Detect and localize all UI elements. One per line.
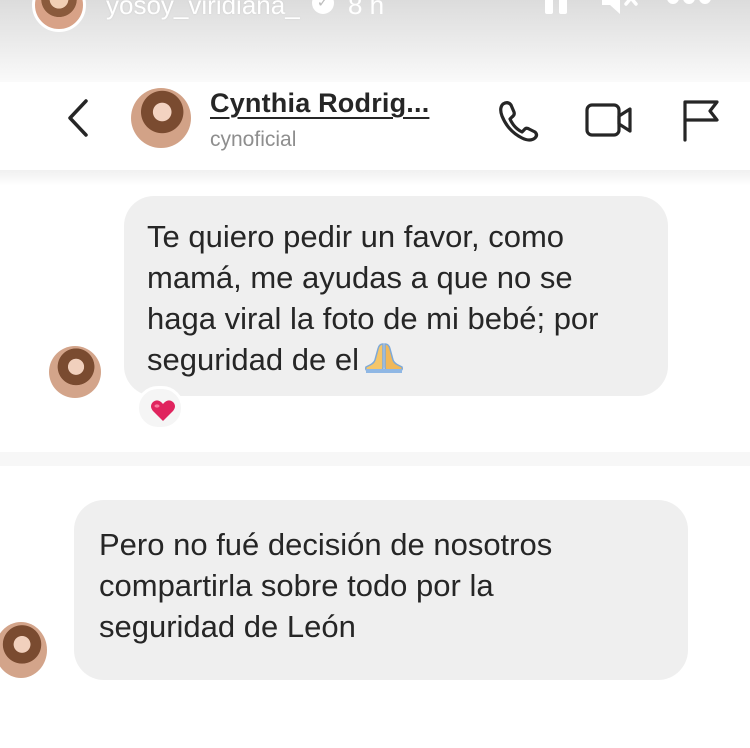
story-user-avatar[interactable] bbox=[32, 0, 86, 32]
video-camera-icon[interactable] bbox=[584, 98, 634, 142]
more-icon[interactable] bbox=[667, 0, 711, 6]
story-username[interactable]: yosoy_viridiana_ bbox=[106, 0, 300, 21]
message-bubble[interactable]: Te quiero pedir un favor, como mamá, me … bbox=[124, 196, 668, 396]
message-line-text: seguridad de el bbox=[147, 342, 359, 377]
message-separator bbox=[0, 452, 750, 466]
flag-icon[interactable] bbox=[680, 98, 722, 142]
message-bubble[interactable]: Pero no fué decisión de nosotros compart… bbox=[74, 500, 688, 680]
story-time: 8 h bbox=[348, 0, 385, 20]
sender-avatar[interactable] bbox=[0, 622, 47, 678]
pause-icon[interactable] bbox=[543, 0, 569, 14]
red-heart-emoji bbox=[151, 400, 175, 421]
mute-icon[interactable] bbox=[600, 0, 640, 16]
praying-hands-emoji bbox=[363, 340, 405, 384]
contact-name[interactable]: Cynthia Rodrig... bbox=[210, 88, 429, 119]
chevron-left-icon[interactable] bbox=[58, 97, 98, 141]
story-header-bar: yosoy_viridiana_ ✓ 8 h bbox=[0, 0, 750, 82]
header-shadow bbox=[0, 170, 750, 186]
message-line: haga viral la foto de mi bebé; por bbox=[147, 301, 599, 336]
dm-header: Cynthia Rodrig... cynoficial bbox=[0, 82, 750, 170]
chat-thread[interactable]: Te quiero pedir un favor, como mamá, me … bbox=[0, 170, 750, 748]
phone-icon[interactable] bbox=[494, 98, 542, 142]
message-line: Te quiero pedir un favor, como bbox=[147, 219, 565, 254]
message-line: compartirla sobre todo por la bbox=[99, 568, 494, 603]
message-line: seguridad de León bbox=[99, 609, 356, 644]
message-line: mamá, me ayudas a que no se bbox=[147, 260, 573, 295]
verified-badge-icon: ✓ bbox=[312, 0, 334, 14]
reaction-badge[interactable] bbox=[136, 386, 184, 430]
contact-username: cynoficial bbox=[210, 128, 297, 151]
message-line: seguridad de el bbox=[147, 339, 646, 384]
message-line: Pero no fué decisión de nosotros bbox=[99, 527, 553, 562]
contact-avatar[interactable] bbox=[131, 88, 191, 148]
sender-avatar[interactable] bbox=[49, 346, 101, 398]
